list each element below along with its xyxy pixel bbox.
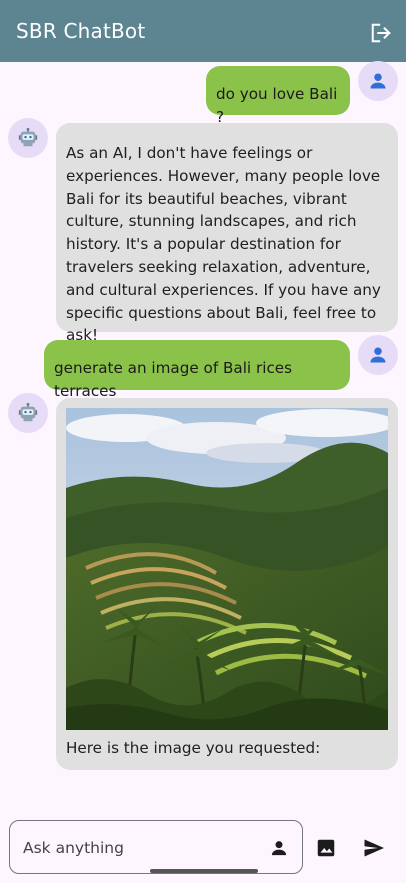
person-icon[interactable] [268,837,290,859]
send-icon[interactable] [362,836,386,860]
person-icon [370,73,386,89]
bot-avatar [8,118,48,158]
robot-icon [18,402,38,422]
app-title: SBR ChatBot [16,19,146,43]
robot-icon [18,127,38,147]
message-text: generate an image of Bali rices terraces [54,359,293,400]
chat-input-field[interactable] [9,820,303,874]
generated-image[interactable] [66,408,388,730]
home-indicator [150,869,258,873]
user-avatar [358,335,398,375]
app-bar: SBR ChatBot [0,0,406,62]
person-icon [370,347,386,363]
message-text: Here is the image you requested: [66,739,321,757]
message-text: do you love Bali ? [216,85,338,126]
message-text: As an AI, I don't have feelings or exper… [66,144,381,345]
user-message: generate an image of Bali rices terraces [44,340,350,400]
logout-icon[interactable] [370,22,392,44]
user-avatar [358,61,398,101]
image-icon[interactable] [314,836,338,860]
chat-input[interactable] [21,835,265,861]
user-message: do you love Bali ? [206,66,350,126]
bot-avatar [8,393,48,433]
bot-message: As an AI, I don't have feelings or exper… [56,123,398,344]
